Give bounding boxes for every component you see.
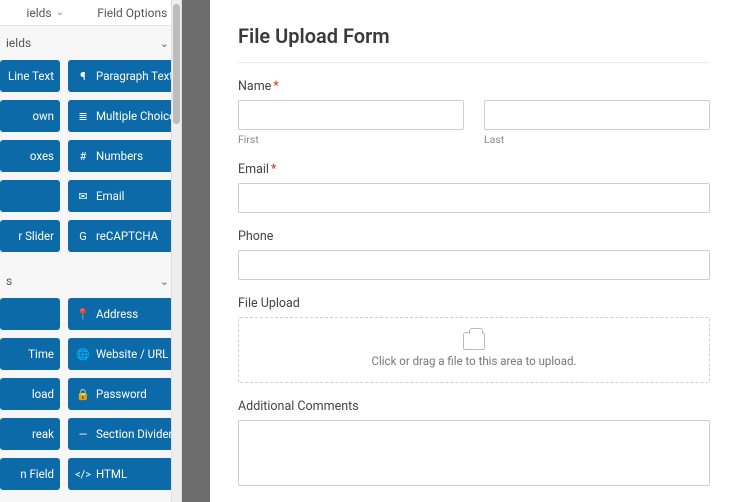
panel-gutter [182, 0, 210, 502]
email-input[interactable] [238, 183, 710, 213]
hash-icon: # [76, 149, 90, 163]
upload-dropzone[interactable]: Click or drag a file to this area to upl… [238, 317, 710, 383]
code-icon: </> [76, 467, 90, 481]
phone-input[interactable] [238, 250, 710, 280]
tab-field-options[interactable]: Field Options › [91, 0, 182, 25]
paragraph-icon: ¶ [76, 69, 90, 83]
google-icon: G [76, 229, 90, 243]
lock-icon: 🔒 [76, 387, 90, 401]
sidebar: ields ⌄ Field Options › ields ⌄ Line Tex… [0, 0, 182, 502]
field-type-button[interactable]: Line Text [0, 60, 60, 92]
field-type-button[interactable]: — Section Divider [68, 418, 173, 450]
field-type-button[interactable]: </> HTML [68, 458, 173, 490]
section-standard-fields[interactable]: ields ⌄ [0, 26, 181, 60]
minus-icon: — [76, 427, 90, 441]
last-name-input[interactable] [484, 100, 710, 130]
label-email: Email* [238, 162, 710, 177]
sublabel-last: Last [484, 133, 710, 146]
label-phone: Phone [238, 229, 710, 244]
label-upload: File Upload [238, 296, 710, 311]
chevron-down-icon: ⌄ [160, 37, 169, 50]
required-mark: * [271, 162, 276, 177]
chevron-down-icon: ⌄ [160, 275, 169, 288]
field-type-button[interactable]: ✉ Email [68, 180, 173, 212]
tab-label: ields [26, 6, 51, 20]
mail-icon: ✉ [76, 189, 90, 203]
field-type-label: Section Divider [96, 427, 172, 441]
pin-icon: 📍 [76, 307, 90, 321]
form-title: File Upload Form [238, 24, 710, 48]
section-label: ields [6, 36, 31, 50]
divider [238, 62, 710, 63]
field-type-button[interactable]: reak [0, 418, 60, 450]
field-type-button[interactable] [0, 298, 60, 330]
sublabel-first: First [238, 133, 464, 146]
required-mark: * [273, 79, 278, 94]
field-type-button[interactable] [0, 180, 60, 212]
upload-hint: Click or drag a file to this area to upl… [371, 354, 576, 368]
scrollbar-thumb[interactable] [173, 4, 180, 124]
inbox-icon [463, 332, 485, 350]
field-phone: Phone [238, 229, 710, 280]
label-name: Name* [238, 79, 710, 94]
field-type-button[interactable]: # Numbers [68, 140, 173, 172]
field-type-label: Numbers [96, 149, 143, 163]
field-type-button[interactable]: ¶ Paragraph Text [68, 60, 173, 92]
sidebar-scrollbar[interactable] [171, 0, 181, 502]
field-type-button[interactable]: own [0, 100, 60, 132]
chevron-down-icon: ⌄ [56, 7, 64, 18]
field-type-label: Email [96, 189, 124, 203]
field-type-button[interactable]: oxes [0, 140, 60, 172]
field-type-label: Website / URL [96, 347, 168, 361]
field-comments: Additional Comments [238, 399, 710, 490]
field-type-button[interactable]: 🔒 Password [68, 378, 173, 410]
label-comments: Additional Comments [238, 399, 710, 414]
field-upload: File Upload Click or drag a file to this… [238, 296, 710, 383]
field-type-label: reCAPTCHA [96, 229, 158, 243]
field-type-button[interactable]: n Field [0, 458, 60, 490]
field-type-label: Password [96, 387, 147, 401]
field-grid-standard: Line Text ¶ Paragraph Text own ≣ Multiple Cho… [0, 60, 181, 264]
field-grid-fancy: 📍 Address Time 🌐 Website / URL load 🔒 Password r… [0, 298, 181, 502]
field-type-button[interactable]: ≣ Multiple Choice [68, 100, 173, 132]
form-preview: File Upload Form Name* First Last Email* [210, 0, 750, 502]
tab-add-fields[interactable]: ields ⌄ [0, 0, 91, 25]
field-type-label: Address [96, 307, 138, 321]
field-type-label: HTML [96, 467, 127, 481]
sidebar-tabs: ields ⌄ Field Options › [0, 0, 181, 26]
field-type-button[interactable]: load [0, 378, 60, 410]
globe-icon: 🌐 [76, 347, 90, 361]
field-name: Name* First Last [238, 79, 710, 146]
section-fancy-fields[interactable]: s ⌄ [0, 264, 181, 298]
field-type-button[interactable]: GreCAPTCHA [68, 220, 173, 252]
field-type-button[interactable]: 🌐 Website / URL [68, 338, 173, 370]
first-name-input[interactable] [238, 100, 464, 130]
field-type-button[interactable]: 📍 Address [68, 298, 173, 330]
field-email: Email* [238, 162, 710, 213]
section-label: s [6, 274, 12, 288]
field-type-button[interactable]: r Slider [0, 220, 60, 252]
tab-label: Field Options [97, 6, 167, 20]
field-type-label: Multiple Choice [96, 109, 173, 123]
field-type-label: Paragraph Text [96, 69, 173, 83]
comments-textarea[interactable] [238, 420, 710, 486]
field-type-button[interactable]: Time [0, 338, 60, 370]
list-icon: ≣ [76, 109, 90, 123]
